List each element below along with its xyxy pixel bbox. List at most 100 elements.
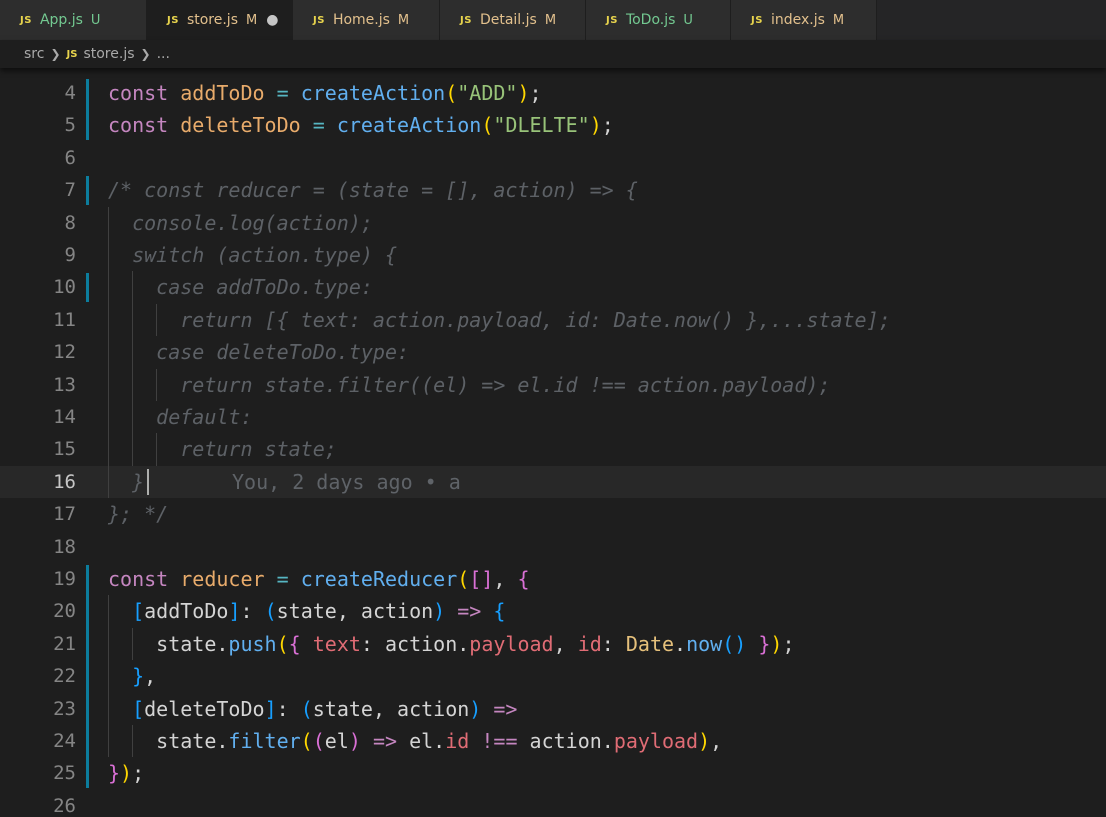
code-text: default: — [108, 405, 253, 429]
code-text: console.log(action); — [108, 210, 373, 235]
git-change-indicator[interactable] — [86, 176, 89, 205]
tab-todo-js[interactable]: JS ToDo.js U — [586, 0, 731, 40]
code-line: 6 — [0, 142, 1106, 174]
js-file-icon: JS — [20, 14, 32, 26]
tab-index-js[interactable]: JS index.js M — [731, 0, 877, 40]
line-number: 13 — [53, 373, 76, 396]
indent-guide — [132, 271, 134, 466]
code-text: return state.filter((el) => el.id !== ac… — [108, 372, 831, 397]
code-line: 20 [addToDo]: (state, action) => { — [0, 595, 1106, 627]
code-text: switch (action.type) { — [108, 243, 397, 267]
line-number: 6 — [64, 146, 76, 169]
js-file-icon: JS — [313, 14, 325, 26]
code-line: 7 /* const reducer = (state = [], action)… — [0, 174, 1106, 206]
code-text: }; */ — [108, 502, 169, 527]
git-change-indicator[interactable] — [86, 273, 89, 302]
indent-guide — [156, 303, 158, 337]
code-text: }, — [132, 664, 157, 689]
git-change-indicator[interactable] — [86, 79, 89, 140]
indent-guide — [108, 206, 109, 499]
indent-guide — [108, 595, 109, 758]
line-number: 4 — [64, 82, 76, 104]
breadcrumb-separator-icon: ❯ — [50, 47, 61, 61]
tab-label: ToDo.js — [625, 12, 676, 28]
tab-store-js[interactable]: JS store.js M ● — [147, 0, 293, 40]
code-text: return [{ text: action.payload, id: Date… — [108, 307, 891, 332]
git-blame-annotation: You, 2 days ago • a — [232, 469, 461, 494]
line-number: 8 — [64, 211, 76, 234]
code-line: 16 } You, 2 days ago • a — [0, 465, 1106, 498]
line-number: 20 — [53, 600, 76, 623]
tab-home-js[interactable]: JS Home.js M — [293, 0, 440, 40]
tab-app-js[interactable]: JS App.js U — [0, 0, 147, 40]
code-text: case deleteToDo.type: — [108, 340, 410, 365]
code-line: 18 — [0, 531, 1106, 563]
line-number: 24 — [53, 730, 76, 752]
line-number: 17 — [53, 503, 76, 526]
text-cursor — [147, 468, 150, 495]
indent-guide — [156, 433, 158, 466]
line-number: 12 — [53, 341, 76, 364]
line-number: 11 — [53, 308, 76, 331]
git-change-indicator[interactable] — [86, 565, 89, 788]
line-number: 16 — [53, 470, 76, 493]
tab-label: App.js — [39, 12, 83, 28]
line-number: 14 — [53, 406, 76, 428]
code-text: return state; — [108, 437, 337, 462]
code-line: 26 — [0, 790, 1106, 817]
breadcrumb: src ❯ JS store.js ❯ ... — [0, 40, 1106, 68]
line-number: 25 — [53, 762, 76, 785]
code-line: 4 const addToDo = createAction("ADD"); — [0, 77, 1106, 109]
indent-guide — [132, 627, 134, 661]
code-text: const reducer = createReducer([], { — [108, 567, 530, 591]
code-text: state.filter((el) => el.id !== action.pa… — [108, 729, 723, 753]
code-text: const addToDo = createAction("ADD"); — [108, 81, 542, 105]
indent-guide — [132, 725, 134, 758]
js-file-icon: JS — [460, 14, 472, 26]
line-number: 19 — [53, 568, 76, 590]
breadcrumb-separator-icon: ❯ — [140, 47, 151, 61]
js-file-icon: JS — [751, 14, 763, 26]
code-line: 12 case deleteToDo.type: — [0, 336, 1106, 368]
code-line: 14 default: — [0, 401, 1106, 433]
tab-label: Detail.js — [479, 12, 537, 28]
git-status-badge: M — [544, 12, 557, 28]
breadcrumb-symbol[interactable]: ... — [157, 46, 170, 62]
breadcrumb-folder[interactable]: src — [24, 46, 44, 62]
code-line: 23 [deleteToDo]: (state, action) => — [0, 693, 1106, 725]
code-line: 15 return state; — [0, 433, 1106, 465]
js-file-icon: JS — [167, 14, 179, 26]
tab-label: Home.js — [332, 12, 390, 28]
code-line: 9 switch (action.type) { — [0, 239, 1106, 271]
code-line: 25}); — [0, 757, 1106, 789]
git-status-badge: M — [245, 12, 258, 28]
code-line: 10 case addToDo.type: — [0, 271, 1106, 303]
git-status-badge: U — [90, 12, 101, 28]
code-text: const deleteToDo = createAction("DLELTE"… — [108, 113, 614, 138]
code-line: 24 state.filter((el) => el.id !== action… — [0, 725, 1106, 757]
code-line: 5 const deleteToDo = createAction("DLELTE… — [0, 109, 1106, 141]
line-number: 26 — [53, 794, 76, 817]
code-text: [addToDo]: (state, action) => { — [132, 599, 506, 624]
line-number: 18 — [53, 535, 76, 558]
tab-detail-js[interactable]: JS Detail.js M — [440, 0, 586, 40]
breadcrumb-file[interactable]: store.js — [83, 46, 134, 62]
indent-guide — [156, 368, 158, 401]
git-status-badge: M — [832, 12, 845, 28]
line-number: 7 — [64, 179, 76, 202]
unsaved-dot-icon[interactable]: ● — [266, 12, 278, 28]
code-line: 8 console.log(action); — [0, 207, 1106, 239]
code-line: 19 const reducer = createReducer([], { — [0, 563, 1106, 595]
code-text: }); — [108, 761, 145, 786]
code-text: } — [108, 469, 145, 494]
code-text: state.push({ text: action.payload, id: D… — [108, 631, 795, 656]
line-number: 5 — [64, 114, 76, 137]
code-line: 21 state.push({ text: action.payload, id… — [0, 628, 1106, 660]
code-text: /* const reducer = (state = [], action) … — [108, 178, 638, 203]
line-number: 10 — [53, 276, 76, 299]
code-editor[interactable]: 4 const addToDo = createAction("ADD"); 5 co… — [0, 68, 1106, 817]
tab-label: index.js — [770, 12, 825, 28]
code-text: [deleteToDo]: (state, action) => — [132, 696, 518, 721]
line-number: 23 — [53, 697, 76, 720]
line-number: 15 — [53, 438, 76, 461]
